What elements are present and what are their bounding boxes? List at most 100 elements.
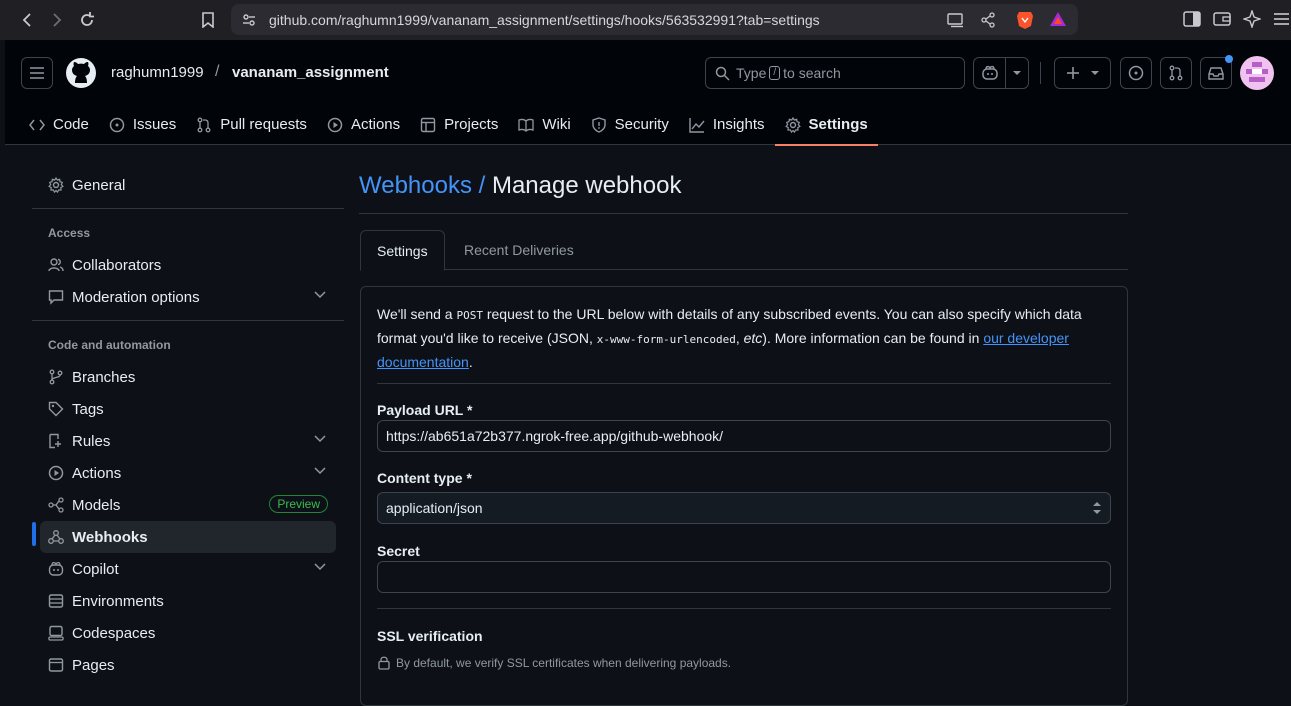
sidebar-divider: [32, 208, 344, 209]
sidebar-item-actions[interactable]: Actions: [40, 457, 336, 489]
page-title: Webhooks / Manage webhook: [359, 172, 681, 200]
search-icon: [715, 66, 730, 81]
tab-insights[interactable]: Insights: [679, 104, 775, 145]
tab-webhook-settings[interactable]: Settings: [360, 230, 445, 271]
intro-etc: etc: [743, 330, 763, 346]
repo-name-link[interactable]: vananam_assignment: [232, 64, 389, 81]
hamburger-icon: [30, 67, 44, 79]
tab-pull-requests[interactable]: Pull requests: [186, 104, 317, 145]
models-icon: [48, 497, 64, 513]
brave-shield-icon[interactable]: [1016, 10, 1034, 30]
secret-input[interactable]: [377, 561, 1111, 593]
sidebar-item-environments[interactable]: Environments: [40, 585, 336, 617]
intro-post-code: POST: [456, 309, 483, 322]
bookmark-icon[interactable]: [193, 5, 223, 35]
active-indicator: [32, 522, 36, 546]
sidebar-item-copilot[interactable]: Copilot: [40, 553, 336, 585]
chevron-down-icon[interactable]: [314, 467, 326, 475]
url-text[interactable]: github.com/raghumn1999/vananam_assignmen…: [269, 12, 820, 28]
tab-settings-label: Settings: [808, 116, 868, 133]
tab-settings[interactable]: Settings: [774, 104, 878, 146]
play-icon: [327, 117, 343, 133]
sidebar-item-label: Moderation options: [72, 288, 200, 306]
preview-badge: Preview: [269, 495, 328, 513]
issues-button[interactable]: [1120, 57, 1152, 89]
copilot-button[interactable]: [973, 57, 1029, 89]
tab-issues[interactable]: Issues: [99, 104, 186, 145]
sidebar-item-pages[interactable]: Pages: [40, 649, 336, 681]
book-icon: [518, 117, 534, 133]
tab-wiki-label: Wiki: [542, 116, 571, 133]
graph-icon: [689, 117, 705, 133]
title-divider: [359, 213, 1128, 214]
sidebar-item-label: Collaborators: [72, 256, 162, 274]
issue-icon: [1128, 65, 1144, 81]
shield-icon: [591, 116, 607, 133]
sidebar-item-codespaces[interactable]: Codespaces: [40, 617, 336, 649]
intro-text-part: .: [468, 354, 473, 370]
hamburger-menu-button[interactable]: [21, 57, 53, 89]
chevron-down-icon: [1012, 71, 1021, 75]
rules-icon: [48, 433, 64, 449]
avatar[interactable]: [1240, 56, 1274, 90]
tab-code[interactable]: Code: [19, 104, 99, 145]
sidebar-item-webhooks[interactable]: Webhooks: [40, 521, 336, 553]
tab-actions-label: Actions: [350, 116, 401, 133]
sidebar-item-collaborators[interactable]: Collaborators: [40, 249, 336, 281]
sidebar-heading-access: Access: [48, 226, 91, 240]
page-title-text: Manage webhook: [491, 172, 682, 199]
payload-url-input[interactable]: [377, 420, 1111, 452]
sidebar-item-label: Pages: [72, 656, 115, 674]
pull-request-icon: [196, 117, 212, 133]
gear-icon: [48, 177, 64, 193]
tab-recent-deliveries[interactable]: Recent Deliveries: [448, 230, 590, 270]
brave-rewards-icon[interactable]: [1049, 11, 1067, 27]
sidebar-item-models[interactable]: Models Preview: [40, 489, 336, 521]
cast-icon[interactable]: [947, 12, 965, 28]
form-divider: [377, 383, 1111, 384]
back-icon[interactable]: [13, 5, 43, 35]
pull-requests-button[interactable]: [1160, 57, 1192, 89]
inbox-icon: [1208, 67, 1224, 80]
sidebar-item-label: Rules: [72, 432, 111, 450]
ssl-note-text: By default, we verify SSL certificates w…: [396, 655, 732, 670]
chevron-down-icon[interactable]: [314, 563, 326, 571]
wallet-icon[interactable]: [1213, 11, 1231, 27]
server-icon: [48, 593, 64, 609]
github-logo-icon[interactable]: [65, 57, 97, 89]
sidebar-item-moderation[interactable]: Moderation options: [40, 281, 336, 313]
sidebar-item-general[interactable]: General: [40, 169, 336, 201]
browser-icon: [48, 657, 64, 673]
create-new-button[interactable]: [1054, 57, 1111, 89]
address-bar[interactable]: github.com/raghumn1999/vananam_assignmen…: [231, 4, 1078, 35]
tab-projects[interactable]: Projects: [410, 104, 508, 145]
intro-text-part: ). More information can be found in: [762, 330, 984, 346]
breadcrumb-webhooks[interactable]: Webhooks /: [359, 172, 485, 199]
intro-text: We'll send a POST request to the URL bel…: [377, 303, 1107, 373]
chevron-down-icon[interactable]: [314, 435, 326, 443]
repo-tabs: Code Issues Pull requests Actions Projec…: [19, 104, 878, 146]
sidebar-item-tags[interactable]: Tags: [40, 393, 336, 425]
forward-icon[interactable]: [41, 5, 71, 35]
sidebar-toggle-icon[interactable]: [1183, 11, 1201, 27]
search-placeholder-suffix: to search: [783, 65, 841, 81]
code-icon: [29, 117, 45, 133]
tab-wiki[interactable]: Wiki: [508, 104, 580, 145]
sidebar-item-label: Codespaces: [72, 624, 156, 642]
sidebar-item-branches[interactable]: Branches: [40, 361, 336, 393]
share-icon[interactable]: [980, 12, 996, 28]
tab-security[interactable]: Security: [581, 104, 679, 145]
chevron-down-icon[interactable]: [314, 291, 326, 299]
reload-icon[interactable]: [72, 5, 102, 35]
menu-icon[interactable]: [1273, 12, 1289, 26]
sidebar-item-rules[interactable]: Rules: [40, 425, 336, 457]
tab-actions[interactable]: Actions: [317, 104, 410, 145]
content-type-select[interactable]: application/json: [377, 492, 1111, 524]
chevron-down-icon: [1090, 71, 1099, 75]
tab-pull-requests-label: Pull requests: [220, 116, 307, 133]
search-input[interactable]: Type / to search: [705, 57, 965, 89]
site-info-icon[interactable]: [241, 12, 257, 28]
repo-owner-link[interactable]: raghumn1999: [111, 64, 204, 81]
tab-issues-label: Issues: [132, 116, 177, 133]
leo-ai-icon[interactable]: [1243, 10, 1261, 28]
